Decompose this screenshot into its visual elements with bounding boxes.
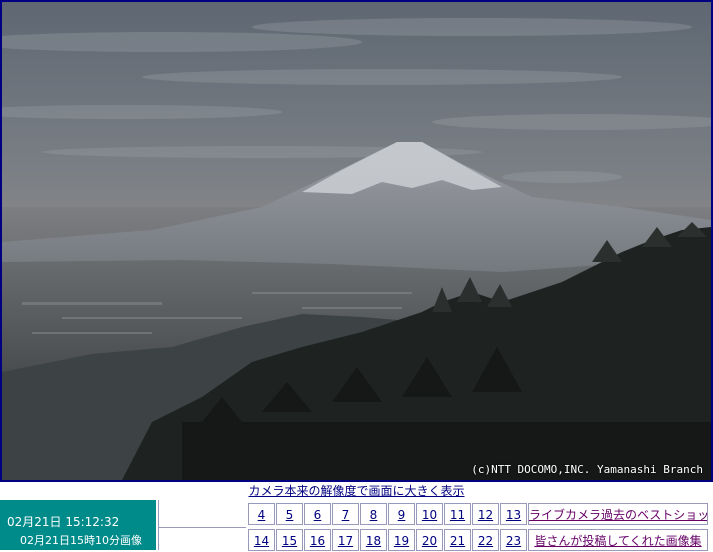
hour-link-7[interactable]: 7 xyxy=(332,503,359,525)
hour-link-17[interactable]: 17 xyxy=(332,529,359,551)
mount-fuji-landscape-image xyxy=(2,2,711,480)
hour-link-6[interactable]: 6 xyxy=(304,503,331,525)
hour-link-14[interactable]: 14 xyxy=(248,529,275,551)
hour-link-13[interactable]: 13 xyxy=(500,503,527,525)
hour-link-22[interactable]: 22 xyxy=(472,529,499,551)
enlarge-image-link[interactable]: カメラ本来の解像度で画面に大きく表示 xyxy=(0,482,713,499)
hour-link-19[interactable]: 19 xyxy=(388,529,415,551)
hour-link-9[interactable]: 9 xyxy=(388,503,415,525)
live-camera-image: (c)NTT DOCOMO,INC. Yamanashi Branch xyxy=(0,0,713,482)
hour-link-18[interactable]: 18 xyxy=(360,529,387,551)
bottom-navigation-table: 02月21日 15:12:32 02月21日15時10分画像 4 5 6 7 8… xyxy=(0,500,713,551)
copyright-notice: (c)NTT DOCOMO,INC. Yamanashi Branch xyxy=(471,463,703,476)
hour-link-20[interactable]: 20 xyxy=(416,529,443,551)
current-time: 02月21日 15:12:32 xyxy=(7,515,120,529)
user-images-link[interactable]: 皆さんが投稿してくれた画像集 xyxy=(528,529,708,551)
hour-link-4[interactable]: 4 xyxy=(248,503,275,525)
hour-link-15[interactable]: 15 xyxy=(276,529,303,551)
best-shots-link[interactable]: ライブカメラ過去のベストショット xyxy=(528,503,708,525)
hour-link-21[interactable]: 21 xyxy=(444,529,471,551)
hour-link-12[interactable]: 12 xyxy=(472,503,499,525)
hour-link-5[interactable]: 5 xyxy=(276,503,303,525)
empty-cell xyxy=(158,500,246,550)
hour-link-8[interactable]: 8 xyxy=(360,503,387,525)
hour-link-23[interactable]: 23 xyxy=(500,529,527,551)
hour-link-16[interactable]: 16 xyxy=(304,529,331,551)
image-time: 02月21日15時10分画像 xyxy=(20,534,142,547)
hour-link-10[interactable]: 10 xyxy=(416,503,443,525)
timestamp-box: 02月21日 15:12:32 02月21日15時10分画像 xyxy=(0,500,156,550)
hour-link-11[interactable]: 11 xyxy=(444,503,471,525)
